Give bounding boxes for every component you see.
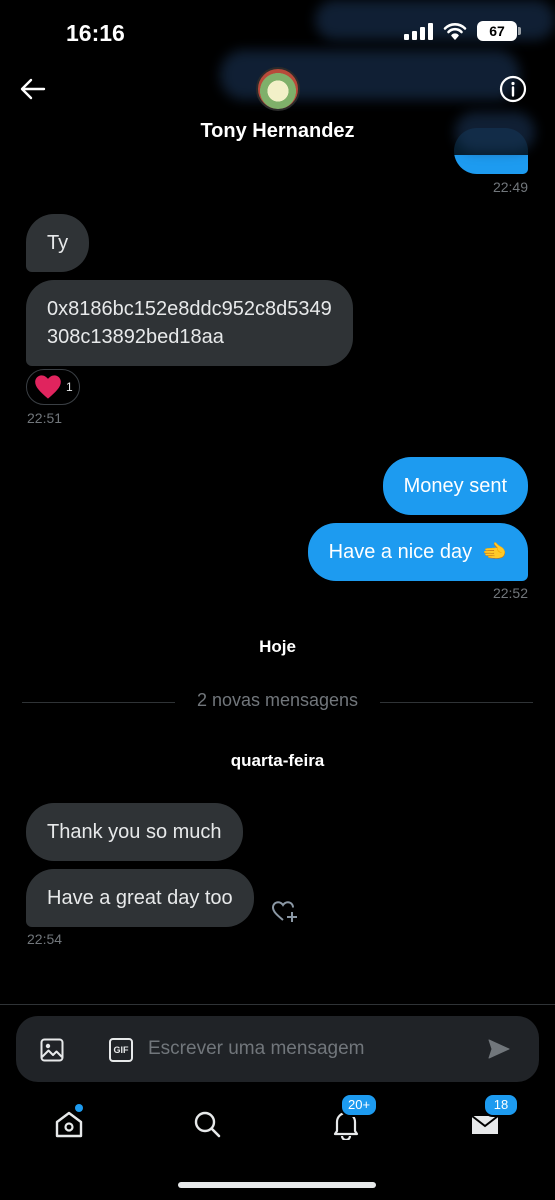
search-icon: [194, 1111, 221, 1138]
add-reaction-icon[interactable]: [270, 898, 300, 924]
tab-messages[interactable]: 18: [469, 1093, 519, 1140]
divider-right: [380, 702, 533, 703]
send-icon[interactable]: [487, 1037, 511, 1061]
status-icons: 67: [404, 21, 521, 41]
message-timestamp: 22:54: [27, 931, 63, 947]
composer-area: GIF 20+: [0, 1004, 555, 1200]
message-bubble-received[interactable]: Have a great day too: [26, 869, 254, 927]
arrow-left-icon: [20, 78, 46, 100]
info-icon[interactable]: [499, 75, 527, 103]
message-bubble-received[interactable]: Thank you so much: [26, 803, 243, 861]
day-separator: Hoje: [259, 637, 296, 656]
home-notification-dot: [75, 1104, 83, 1112]
message-text: 0x8186bc152e8ddc952c8d5349 308c13892bed1…: [47, 298, 332, 348]
avatar[interactable]: [256, 67, 300, 111]
message-input[interactable]: [148, 1031, 468, 1067]
message-text: Ty: [47, 232, 69, 254]
day-separator: quarta-feira: [230, 751, 325, 770]
status-bar: 16:16 67: [0, 0, 555, 60]
wifi-icon: [443, 23, 467, 40]
tab-notifications[interactable]: 20+: [330, 1093, 379, 1142]
message-text: Have a great day too: [47, 887, 233, 909]
reaction-count: 1: [66, 380, 73, 394]
home-indicator: [178, 1182, 376, 1188]
battery-indicator: 67: [477, 21, 521, 41]
message-text: Have a nice day: [328, 541, 473, 563]
tab-search[interactable]: [191, 1108, 223, 1140]
new-messages-label: 2 novas mensagens: [196, 690, 359, 710]
message-timestamp: 22:49: [492, 179, 528, 195]
message-bubble-received[interactable]: 0x8186bc152e8ddc952c8d5349 308c13892bed1…: [26, 280, 353, 366]
message-bubble-sent[interactable]: Have a nice day 🫲: [307, 523, 528, 581]
bottom-tab-bar: 20+ 18: [0, 1093, 555, 1156]
gif-button[interactable]: GIF: [109, 1038, 133, 1062]
home-icon: [55, 1111, 83, 1138]
messages-badge: 18: [483, 1093, 519, 1117]
message-reaction[interactable]: 1: [26, 369, 80, 405]
emoji: 🫲: [482, 541, 507, 563]
message-text: Thank you so much: [47, 821, 222, 843]
cellular-signal-icon: [404, 22, 433, 40]
battery-level: 67: [489, 23, 505, 39]
gif-label: GIF: [113, 1045, 129, 1055]
back-button[interactable]: [18, 74, 48, 104]
status-time: 16:16: [66, 20, 125, 46]
notifications-badge: 20+: [340, 1093, 379, 1117]
image-icon[interactable]: [40, 1038, 64, 1062]
heart-icon: [35, 375, 61, 399]
message-bubble-received[interactable]: Ty: [26, 214, 90, 272]
message-timestamp: 22:51: [27, 410, 63, 426]
message-bubble-sent[interactable]: Money sent: [382, 457, 528, 515]
message-timestamp: 22:52: [492, 585, 528, 601]
tab-home[interactable]: [53, 1104, 85, 1140]
message-composer: GIF: [16, 1016, 539, 1082]
contact-name[interactable]: Tony Hernandez: [0, 120, 555, 143]
message-text: Money sent: [403, 475, 507, 497]
